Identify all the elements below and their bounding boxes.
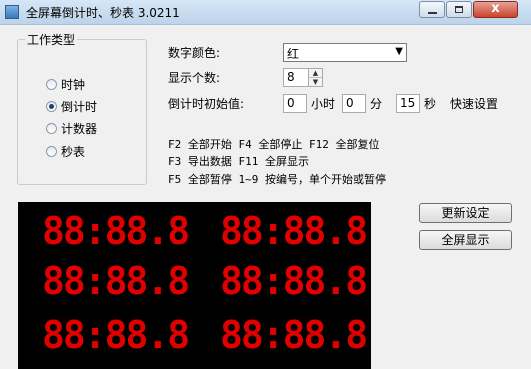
radio-countdown-label: 倒计时 — [61, 99, 98, 114]
radio-stopwatch[interactable]: 秒表 — [46, 143, 85, 159]
quick-set-link[interactable]: 快速设置 — [450, 95, 498, 112]
timer-3: 88:88.8 — [42, 259, 190, 303]
update-settings-button[interactable]: 更新设定 — [419, 203, 512, 223]
radio-clock-label: 时钟 — [61, 77, 86, 92]
radio-countdown-circle[interactable] — [46, 100, 57, 112]
minutes-input[interactable]: 0 — [342, 94, 366, 113]
hours-input[interactable]: 0 — [283, 94, 307, 113]
radio-clock[interactable]: 时钟 — [46, 76, 85, 92]
radio-counter-circle[interactable] — [46, 122, 57, 134]
fullscreen-button[interactable]: 全屏显示 — [419, 230, 512, 250]
timer-6: 88:88.8 — [220, 313, 368, 357]
minimize-icon — [428, 12, 437, 14]
main-panel: 工作类型 时钟 倒计时 计数器 秒表 数字颜色: 红 ▼ 显示个数: 8 ▲ ▼… — [0, 25, 531, 369]
maximize-button[interactable] — [446, 1, 472, 18]
timer-2: 88:88.8 — [220, 209, 368, 253]
radio-stopwatch-circle[interactable] — [46, 145, 57, 157]
window-title: 全屏幕倒计时、秒表 3.0211 — [26, 6, 180, 20]
close-icon: x — [491, 1, 500, 16]
seconds-unit: 秒 — [424, 97, 437, 111]
timer-display: 88:88.8 88:88.8 88:88.8 88:88.8 88:88.8 … — [18, 202, 371, 369]
color-select-value: 红 — [287, 47, 300, 61]
timer-5: 88:88.8 — [42, 313, 190, 357]
stepper-up-icon[interactable]: ▲ — [309, 69, 322, 78]
init-label: 倒计时初始值: — [168, 97, 245, 111]
radio-clock-circle[interactable] — [46, 78, 57, 90]
radio-stopwatch-label: 秒表 — [61, 144, 86, 159]
radio-countdown[interactable]: 倒计时 — [46, 98, 97, 114]
shortcut-line-1: F2 全部开始 F4 全部停止 F12 全部复位 — [168, 138, 380, 151]
shortcut-line-3: F5 全部暂停 1~9 按编号，单个开始或暂停 — [168, 173, 386, 186]
count-input[interactable]: 8 — [283, 68, 309, 87]
timer-4: 88:88.8 — [220, 259, 368, 303]
close-button[interactable]: x — [473, 1, 518, 18]
shortcut-line-2: F3 导出数据 F11 全屏显示 — [168, 155, 309, 168]
minutes-unit: 分 — [370, 97, 383, 111]
radio-counter-label: 计数器 — [61, 121, 98, 136]
color-select[interactable]: 红 ▼ — [283, 43, 407, 62]
app-icon — [5, 5, 19, 19]
chevron-down-icon: ▼ — [395, 46, 403, 57]
minimize-button[interactable] — [419, 1, 445, 18]
radio-counter[interactable]: 计数器 — [46, 120, 97, 136]
work-type-title: 工作类型 — [25, 31, 78, 48]
seconds-input[interactable]: 15 — [396, 94, 420, 113]
count-stepper[interactable]: ▲ ▼ — [308, 68, 323, 87]
maximize-icon — [455, 6, 463, 13]
title-bar: 全屏幕倒计时、秒表 3.0211 x — [0, 0, 531, 25]
stepper-down-icon[interactable]: ▼ — [309, 78, 322, 86]
hours-unit: 小时 — [311, 97, 336, 111]
color-label: 数字颜色: — [168, 46, 221, 60]
work-type-group: 工作类型 时钟 倒计时 计数器 秒表 — [17, 31, 147, 185]
count-label: 显示个数: — [168, 71, 221, 85]
timer-1: 88:88.8 — [42, 209, 190, 253]
